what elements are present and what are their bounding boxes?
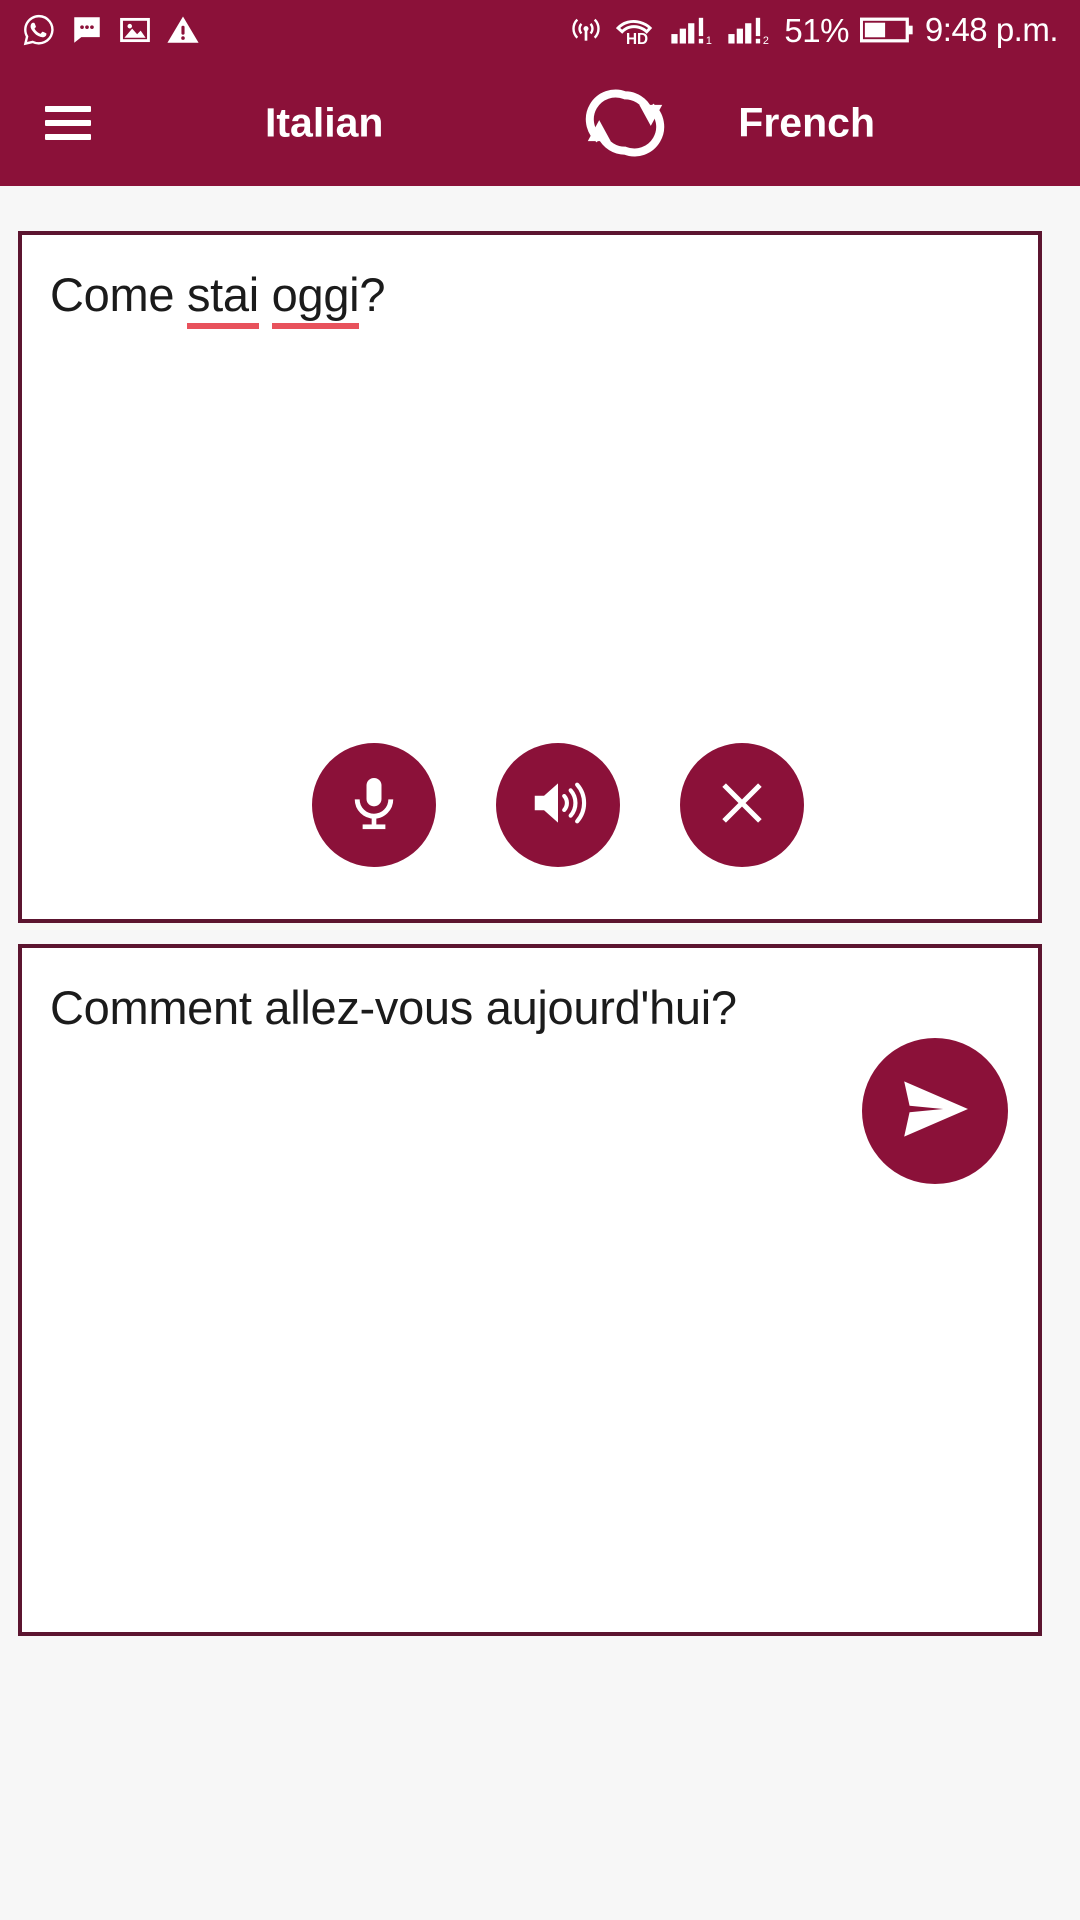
clock-time: 9:48 p.m. bbox=[924, 11, 1059, 48]
hamburger-bar-1 bbox=[45, 106, 91, 112]
hotspot-icon bbox=[570, 14, 602, 46]
svg-text:1: 1 bbox=[706, 35, 712, 47]
source-text-space bbox=[259, 268, 272, 321]
swap-languages-icon[interactable] bbox=[576, 81, 674, 165]
battery-percent: 51% bbox=[784, 11, 849, 49]
source-text-misspelled-2: oggi bbox=[271, 268, 360, 329]
source-text-misspelled-1: stai bbox=[186, 268, 259, 329]
target-text-panel[interactable]: Comment allez-vous aujourd'hui? bbox=[18, 944, 1042, 1636]
svg-text:2: 2 bbox=[763, 35, 769, 47]
source-text-plain-1: Come bbox=[50, 268, 187, 321]
warning-icon bbox=[166, 13, 200, 47]
close-icon bbox=[713, 774, 771, 837]
clear-button[interactable] bbox=[680, 743, 804, 867]
source-text[interactable]: Come stai oggi? bbox=[22, 235, 1038, 329]
status-bar-right-group: HD 1 2 51% 9:48 p.m. bbox=[570, 11, 1059, 49]
image-icon bbox=[118, 13, 152, 47]
status-bar: HD 1 2 51% 9:48 p.m. bbox=[0, 0, 1080, 60]
translator-content: Come stai oggi? Comment allez-vous aujou… bbox=[0, 186, 1080, 1920]
hamburger-bar-2 bbox=[45, 120, 91, 126]
whatsapp-icon bbox=[22, 13, 56, 47]
status-bar-left-group bbox=[22, 13, 200, 47]
source-text-panel[interactable]: Come stai oggi? bbox=[18, 231, 1042, 923]
svg-text:HD: HD bbox=[626, 31, 648, 46]
source-action-row bbox=[22, 743, 1038, 867]
target-text: Comment allez-vous aujourd'hui? bbox=[50, 981, 737, 1034]
hamburger-menu-icon[interactable] bbox=[45, 106, 91, 140]
battery-icon bbox=[859, 15, 914, 45]
send-icon bbox=[892, 1066, 978, 1157]
speaker-button[interactable] bbox=[496, 743, 620, 867]
send-translate-button[interactable] bbox=[862, 1038, 1008, 1184]
microphone-button[interactable] bbox=[312, 743, 436, 867]
target-language-selector[interactable]: French bbox=[738, 100, 875, 147]
hamburger-bar-3 bbox=[45, 134, 91, 140]
signal-2-icon: 2 bbox=[727, 13, 773, 47]
microphone-icon bbox=[343, 772, 405, 839]
app-bar: Italian French bbox=[0, 60, 1080, 186]
hd-voice-icon: HD bbox=[613, 14, 659, 46]
signal-1-icon: 1 bbox=[670, 13, 716, 47]
message-icon bbox=[70, 13, 104, 47]
speaker-icon bbox=[527, 772, 589, 839]
source-text-plain-2: ? bbox=[359, 268, 386, 321]
source-language-selector[interactable]: Italian bbox=[265, 100, 383, 147]
